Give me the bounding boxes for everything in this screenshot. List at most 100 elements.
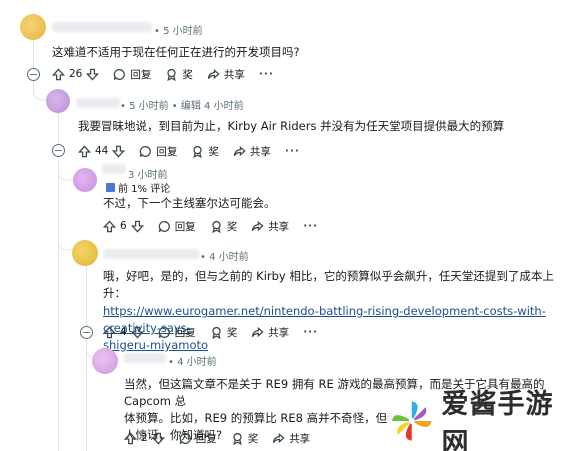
share-button[interactable]: 共享 bbox=[272, 431, 310, 446]
flair-label: 前 1% 评论 bbox=[118, 184, 171, 195]
avatar[interactable] bbox=[46, 89, 70, 113]
collapse-button[interactable]: − bbox=[27, 68, 40, 81]
reply-button[interactable]: 回复 bbox=[139, 144, 177, 159]
pinwheel-logo-icon bbox=[391, 401, 432, 441]
share-button[interactable]: 共享 bbox=[207, 67, 245, 82]
comment-timestamp: • 5 小时前 bbox=[154, 26, 203, 37]
award-button[interactable]: 奖 bbox=[210, 325, 238, 340]
site-watermark: 爱酱手游网 bbox=[388, 389, 580, 451]
award-label: 奖 bbox=[247, 432, 259, 445]
share-button[interactable]: 共享 bbox=[251, 325, 289, 340]
avatar[interactable] bbox=[73, 168, 97, 192]
avatar[interactable] bbox=[92, 348, 118, 374]
username-blurred[interactable] bbox=[52, 22, 152, 32]
watermark-text: 爱酱手游网 bbox=[441, 389, 554, 451]
reply-label: 回复 bbox=[130, 68, 152, 81]
comment-actions: 6 回复 奖 共享 ··· bbox=[103, 217, 318, 235]
award-icon bbox=[193, 145, 203, 158]
reply-label: 回复 bbox=[174, 326, 196, 339]
award-label: 奖 bbox=[226, 326, 238, 339]
reply-label: 回复 bbox=[195, 432, 217, 445]
collapse-button[interactable]: − bbox=[80, 326, 93, 339]
username-blurred[interactable] bbox=[124, 353, 166, 363]
share-label: 共享 bbox=[289, 432, 311, 445]
minus-icon: − bbox=[28, 68, 39, 81]
share-button[interactable]: 共享 bbox=[251, 219, 289, 234]
comment-body: 我要冒昧地说，到目前为止，Kirby Air Riders 并没有为任天堂项目提… bbox=[78, 119, 505, 133]
comment-timestamp: • 5 小时前 • 编辑 4 小时前 bbox=[120, 101, 244, 112]
award-button[interactable]: 奖 bbox=[191, 144, 219, 159]
vote-group: 26 bbox=[52, 67, 100, 81]
thread-line-c2-children bbox=[58, 158, 59, 451]
downvote-icon[interactable] bbox=[130, 326, 144, 339]
comment-actions: 44 回复 奖 共享 ··· bbox=[78, 142, 300, 160]
minus-icon: − bbox=[81, 326, 92, 339]
more-options-button[interactable]: ··· bbox=[303, 326, 318, 338]
share-icon bbox=[272, 432, 285, 443]
username-blurred[interactable] bbox=[76, 98, 120, 108]
comment-timestamp: • 4 小时前 bbox=[168, 357, 217, 368]
award-icon bbox=[233, 432, 242, 445]
share-label: 共享 bbox=[223, 68, 245, 81]
share-label: 共享 bbox=[268, 220, 290, 233]
award-icon bbox=[212, 220, 221, 233]
award-label: 奖 bbox=[208, 145, 219, 158]
upvote-icon[interactable] bbox=[52, 67, 65, 81]
chat-bubble-icon bbox=[114, 68, 126, 80]
comment-body: 不过，下一个主线塞尔达可能会。 bbox=[103, 196, 276, 210]
vote-group: 2 bbox=[124, 431, 165, 445]
minus-icon: − bbox=[53, 144, 64, 157]
upvote-icon[interactable] bbox=[124, 431, 137, 445]
comment-actions: 2 回复 奖 共享 bbox=[124, 429, 324, 447]
comment-actions: 26 回复 奖 共享 ··· bbox=[52, 65, 274, 83]
comment-timestamp: • 4 小时前 bbox=[200, 252, 249, 263]
award-icon bbox=[212, 326, 221, 339]
vote-count: 4 bbox=[120, 326, 127, 338]
comment-text: 哦，好吧，是的，但与之前的 Kirby 相比，它的预算似乎会飙升，任天堂还提到了… bbox=[103, 269, 554, 300]
upvote-icon[interactable] bbox=[103, 325, 116, 339]
reply-button[interactable]: 回复 bbox=[179, 431, 217, 446]
share-icon bbox=[207, 68, 220, 79]
share-icon bbox=[233, 145, 246, 156]
award-button[interactable]: 奖 bbox=[231, 431, 259, 446]
award-button[interactable]: 奖 bbox=[210, 219, 237, 234]
award-button[interactable]: 奖 bbox=[165, 67, 193, 82]
comment-actions: 4 回复 奖 共享 ··· bbox=[103, 323, 318, 341]
reply-button[interactable]: 回复 bbox=[158, 325, 196, 340]
username-blurred[interactable] bbox=[103, 249, 199, 259]
share-label: 共享 bbox=[268, 326, 290, 339]
collapse-button[interactable]: − bbox=[52, 144, 65, 157]
more-options-button[interactable]: ··· bbox=[259, 68, 274, 80]
downvote-icon[interactable] bbox=[130, 220, 144, 233]
vote-group: 4 bbox=[103, 325, 144, 339]
share-label: 共享 bbox=[249, 145, 271, 158]
vote-group: 44 bbox=[78, 144, 126, 158]
chat-bubble-icon bbox=[179, 432, 191, 444]
comment-timestamp: 3 小时前 bbox=[128, 170, 168, 181]
user-flair: 前 1% 评论 bbox=[106, 180, 170, 195]
more-options-button[interactable]: ··· bbox=[303, 220, 318, 232]
share-button[interactable]: 共享 bbox=[233, 144, 271, 159]
comment-body: 这难道不适用于现在任何正在进行的开发项目吗? bbox=[52, 45, 300, 59]
downvote-icon[interactable] bbox=[86, 68, 100, 81]
reply-button[interactable]: 回复 bbox=[158, 219, 196, 234]
downvote-icon[interactable] bbox=[112, 145, 126, 158]
upvote-icon[interactable] bbox=[103, 219, 116, 233]
downvote-icon[interactable] bbox=[151, 432, 165, 445]
upvote-icon[interactable] bbox=[78, 144, 91, 158]
comment-body: 哦，好吧，是的，但与之前的 Kirby 相比，它的预算似乎会飙升，任天堂还提到了… bbox=[103, 268, 573, 354]
vote-count: 44 bbox=[95, 145, 109, 157]
thread-line-c4 bbox=[86, 265, 87, 330]
username-blurred[interactable] bbox=[102, 164, 126, 174]
avatar[interactable] bbox=[72, 240, 98, 266]
reply-label: 回复 bbox=[156, 145, 178, 158]
award-icon bbox=[167, 68, 177, 81]
reply-button[interactable]: 回复 bbox=[113, 67, 151, 82]
chat-bubble-icon bbox=[140, 145, 152, 157]
more-options-button[interactable]: ··· bbox=[285, 145, 300, 157]
chat-bubble-icon bbox=[158, 326, 170, 338]
vote-group: 6 bbox=[103, 219, 144, 233]
flair-icon bbox=[106, 183, 115, 192]
avatar[interactable] bbox=[20, 14, 46, 40]
award-label: 奖 bbox=[182, 68, 193, 81]
